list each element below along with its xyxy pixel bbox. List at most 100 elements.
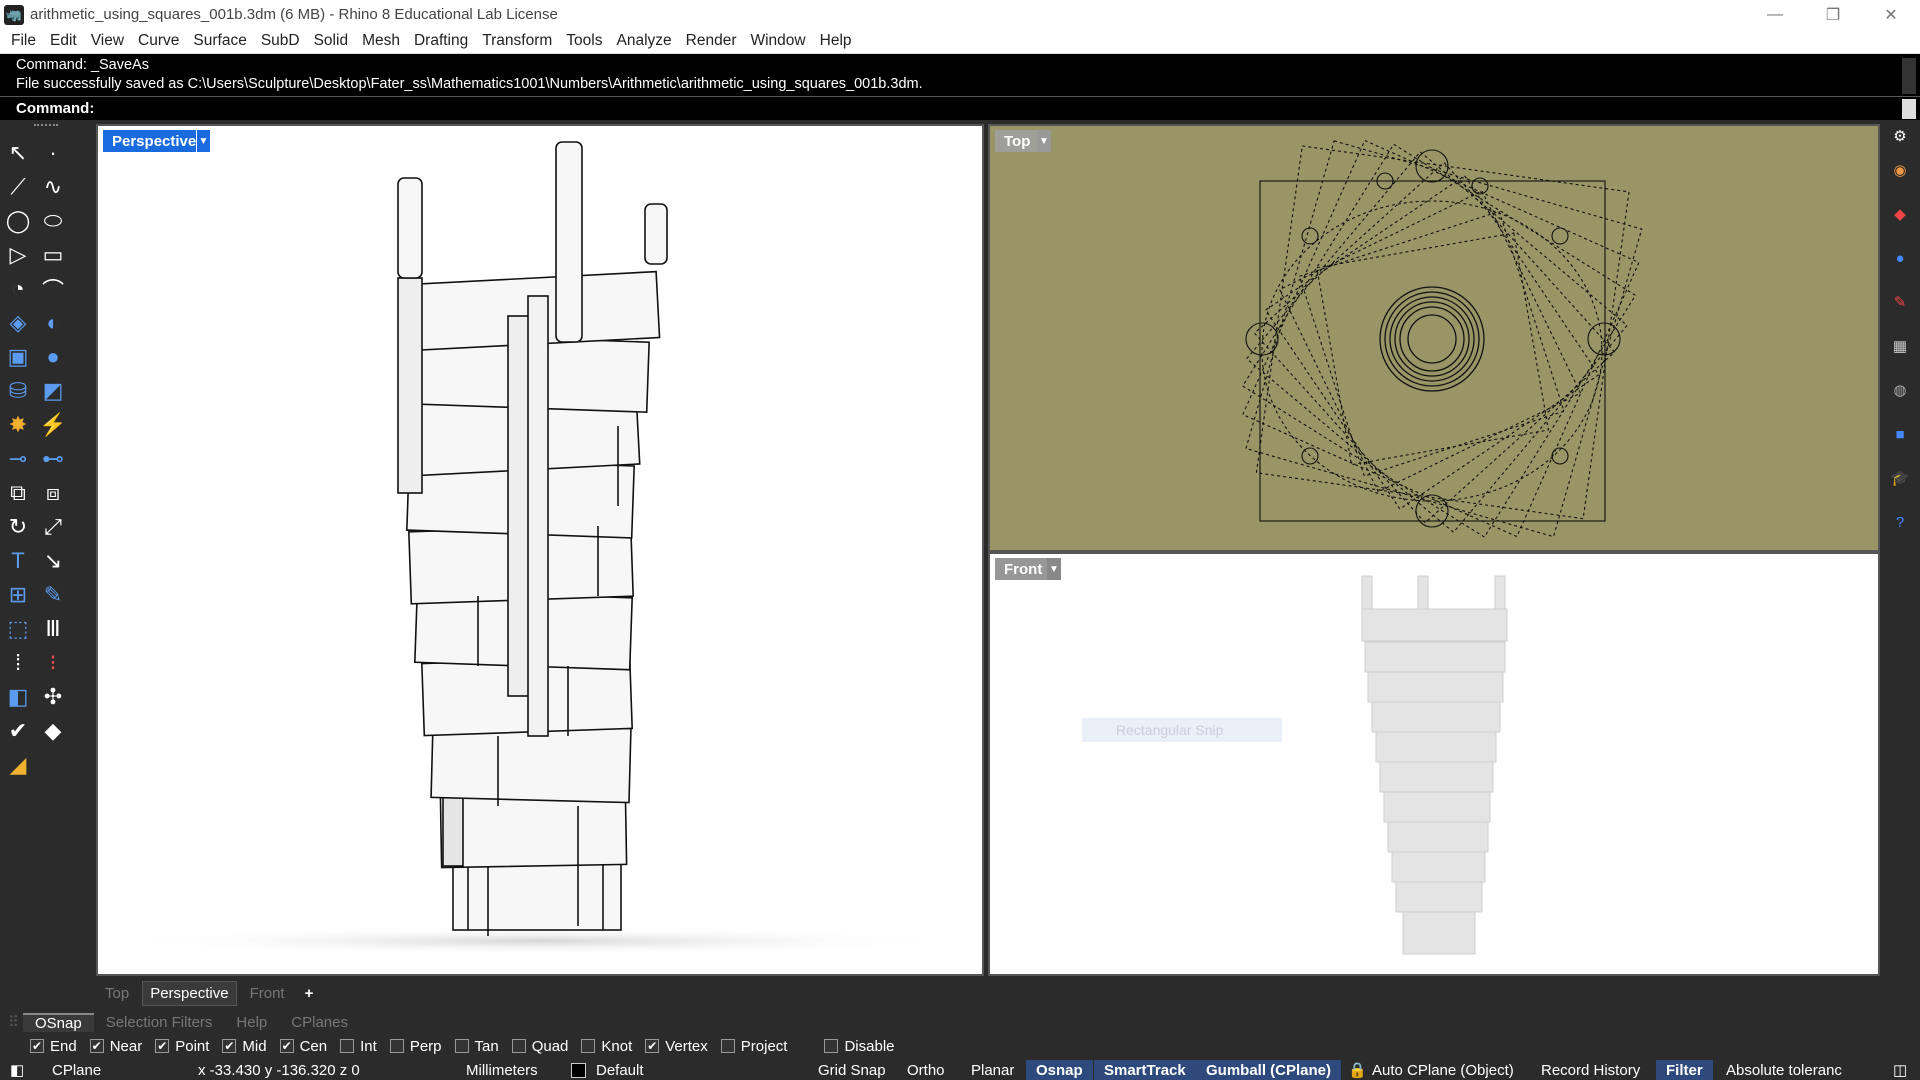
osnap-vertex[interactable]: ✔ Vertex [645,1038,708,1055]
split-tool-icon[interactable]: ⚡ [38,410,68,440]
minimize-button[interactable]: — [1746,0,1804,29]
front-dropdown-icon[interactable]: ▼ [1047,558,1061,580]
arc-tool-icon[interactable]: ◔ [3,274,33,304]
checkbox-point[interactable]: ✔ [155,1039,170,1053]
libraries-icon[interactable]: ▦ [1890,336,1910,356]
toolbar-grip[interactable] [34,124,58,127]
checkbox-tan[interactable] [454,1039,469,1053]
osnap-perp[interactable]: Perp [389,1038,442,1055]
group-tool-icon[interactable]: ⊞ [3,580,33,610]
rectangular-snip-overlay[interactable]: Rectangular Snip [1082,718,1282,742]
top-viewport-label[interactable]: Top [995,130,1040,152]
revolve-tool-icon[interactable]: ◐ [38,308,68,338]
layer-selector[interactable]: Default [571,1060,644,1080]
auto-cplane-toggle[interactable]: Auto CPlane (Object) [1372,1060,1514,1080]
osnap-end[interactable]: ✔ End [30,1038,77,1055]
help-panel-icon[interactable]: ■ [1890,424,1910,444]
front-viewport[interactable]: Rectangular Snip Front ▼ [988,552,1880,976]
block-tool-icon[interactable]: ⬚ [3,614,33,644]
polygon-tool-icon[interactable]: ▷ [3,240,33,270]
maximize-button[interactable]: ❐ [1804,0,1862,29]
panel-grip-icon[interactable]: ⠿ [0,1013,23,1031]
render-tool-icon[interactable]: ◆ [38,716,68,746]
cplane-label[interactable]: CPlane [52,1060,101,1080]
menu-tools[interactable]: Tools [559,32,609,50]
menu-curve[interactable]: Curve [131,32,186,50]
gumball-toggle[interactable]: Gumball (CPlane) [1196,1060,1342,1080]
command-spinner[interactable] [1902,99,1916,119]
menu-render[interactable]: Render [679,32,744,50]
menu-view[interactable]: View [84,32,131,50]
top-viewport[interactable]: Top ▼ [988,124,1880,552]
question-icon[interactable]: ? [1890,512,1910,532]
menu-help[interactable]: Help [813,32,859,50]
menu-subd[interactable]: SubD [254,32,307,50]
osnap-tan[interactable]: Tan [454,1038,499,1055]
layer-tool-icon[interactable]: ◧ [3,682,33,712]
rotate-tool-icon[interactable]: ↻ [3,512,33,542]
ruler-tool-icon[interactable]: ⁝ [38,648,68,678]
menu-drafting[interactable]: Drafting [407,32,475,50]
rectangle-tool-icon[interactable]: ▭ [38,240,68,270]
grid-array-icon[interactable]: ⁞ [3,648,33,678]
materials-icon[interactable]: ✎ [1890,292,1910,312]
osnap-knot[interactable]: Knot [581,1038,632,1055]
color-wheel-icon[interactable]: ◉ [1890,160,1910,180]
menu-edit[interactable]: Edit [43,32,84,50]
tab-perspective[interactable]: Perspective [142,980,237,1006]
smarttrack-toggle[interactable]: SmartTrack [1094,1060,1196,1080]
polyline-tool-icon[interactable]: ⟋ [3,172,33,202]
perspective-dropdown-icon[interactable]: ▼ [196,130,210,152]
tab-selection-filters[interactable]: Selection Filters [94,1014,225,1031]
display-icon[interactable]: ◍ [1890,380,1910,400]
checkbox-int[interactable] [340,1039,355,1053]
checkbox-mid[interactable]: ✔ [222,1039,237,1053]
panel-toggle-icon[interactable]: ◧ [10,1060,24,1080]
checkbox-quad[interactable] [511,1039,526,1053]
copy-tool-icon[interactable]: ⊷ [38,444,68,474]
filter-toggle[interactable]: Filter [1656,1060,1713,1080]
circle-tool-icon[interactable]: ◯ [3,206,33,236]
extrude-tool-icon[interactable]: ◩ [38,376,68,406]
fillet-curve-icon[interactable]: ⌒ [38,274,68,304]
tab-top[interactable]: Top [98,982,136,1005]
learn-icon[interactable]: 🎓 [1890,468,1910,488]
box-tool-icon[interactable]: ▣ [3,342,33,372]
ortho-toggle[interactable]: Ortho [907,1060,945,1080]
checkbox-project[interactable] [720,1039,735,1053]
text-tool-icon[interactable]: T [3,546,33,576]
cylinder-tool-icon[interactable]: ⛁ [3,376,33,406]
boolean-union-icon[interactable]: ⧉ [3,478,33,508]
osnap-point[interactable]: ✔ Point [155,1038,209,1055]
menu-file[interactable]: File [4,32,43,50]
planar-toggle[interactable]: Planar [971,1060,1014,1080]
curve-tool-icon[interactable]: ∿ [38,172,68,202]
osnap-cen[interactable]: ✔ Cen [279,1038,327,1055]
lock-icon[interactable]: 🔒 [1348,1060,1367,1080]
perspective-viewport[interactable]: Perspective ▼ [96,124,984,976]
select-tool-icon[interactable]: ↖ [3,138,33,168]
checkbox-cen[interactable]: ✔ [279,1039,294,1053]
osnap-disable[interactable]: Disable [824,1038,895,1055]
front-viewport-label[interactable]: Front [995,558,1052,580]
menu-solid[interactable]: Solid [307,32,355,50]
perspective-viewport-label[interactable]: Perspective [103,130,206,152]
surface-tool-icon[interactable]: ◈ [3,308,33,338]
move-tool-icon[interactable]: ⊸ [3,444,33,474]
ellipse-tool-icon[interactable]: ⬭ [38,206,68,236]
edit-tool-icon[interactable]: ✎ [38,580,68,610]
scale-tool-icon[interactable]: ⤢ [38,512,68,542]
checkbox-disable[interactable] [824,1039,839,1053]
tab-help[interactable]: Help [224,1014,279,1031]
checkbox-perp[interactable] [389,1039,404,1053]
menu-surface[interactable]: Surface [186,32,253,50]
point-tool-icon[interactable]: · [38,138,68,168]
grid-snap-toggle[interactable]: Grid Snap [818,1060,886,1080]
tab-osnap[interactable]: OSnap [23,1012,94,1032]
checkbox-knot[interactable] [581,1039,596,1053]
sphere-tool-icon[interactable]: ● [38,342,68,372]
osnap-toggle[interactable]: Osnap [1026,1060,1093,1080]
close-button[interactable]: ✕ [1862,0,1920,29]
boolean-split-icon[interactable]: ⧈ [38,478,68,508]
checkbox-end[interactable]: ✔ [30,1039,44,1053]
